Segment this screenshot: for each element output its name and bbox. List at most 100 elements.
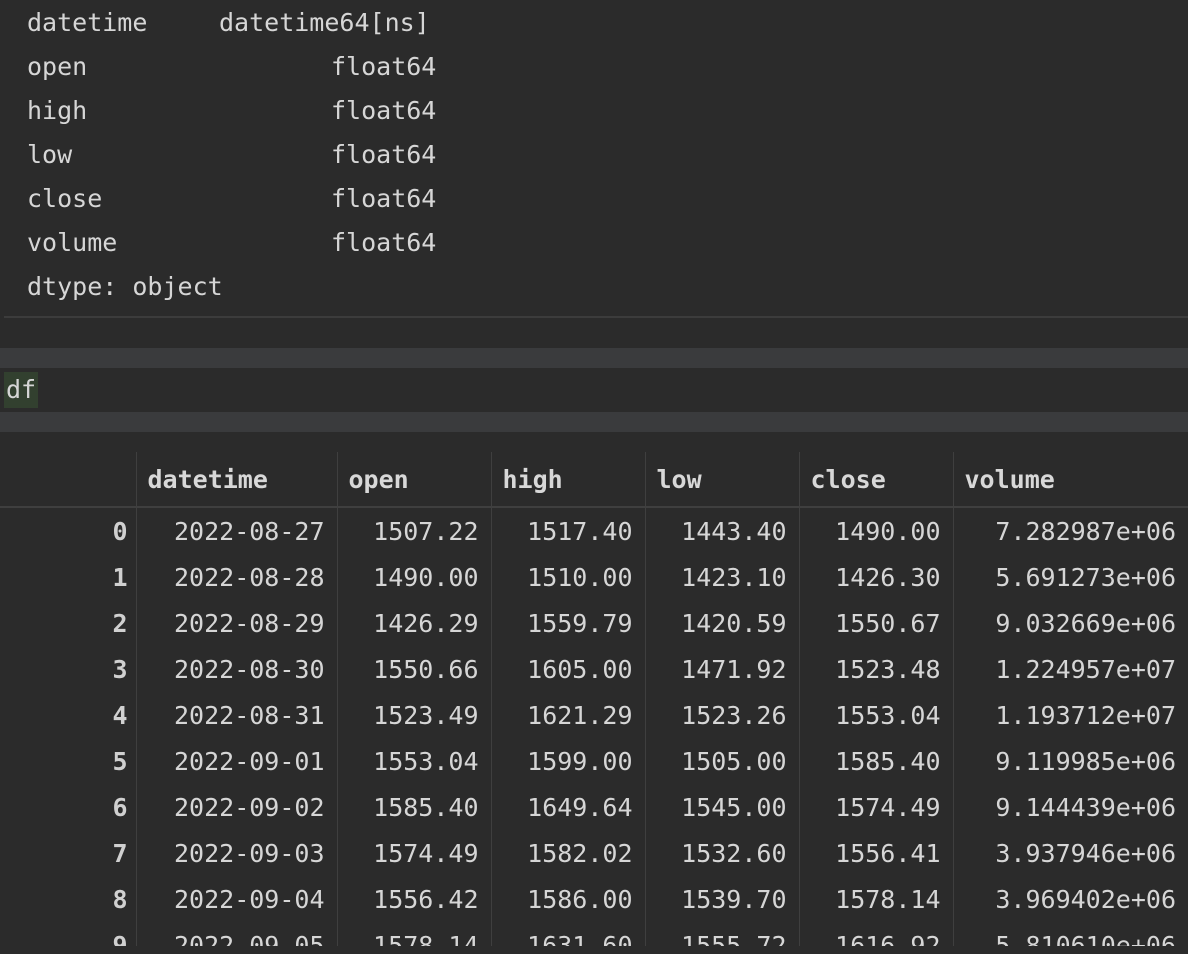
table-cell-low: 1545.00 — [644, 784, 799, 830]
column-header-open[interactable]: open — [336, 452, 491, 508]
row-index: 5 — [112, 746, 128, 776]
row-index: 6 — [112, 792, 128, 822]
code-cell-editor[interactable] — [0, 368, 1188, 412]
table-cell-high: 1586.00 — [490, 876, 645, 922]
table-row: 0 2022-08-27 1507.22 1517.40 1443.40 1490.00 7… — [0, 507, 1188, 554]
row-index: 8 — [112, 884, 128, 914]
column-header-high[interactable]: high — [490, 452, 645, 508]
dtype-row: high float64 — [27, 96, 436, 126]
table-cell-open: 1523.49 — [336, 692, 491, 738]
dtype-value: datetime64[ns] — [219, 8, 430, 37]
row-index: 7 — [112, 838, 128, 868]
table-cell-low: 1420.59 — [644, 600, 799, 646]
table-cell-close: 1426.30 — [798, 554, 953, 600]
table-cell-volume: 3.969402e+06 — [952, 876, 1188, 922]
table-cell-high: 1649.64 — [490, 784, 645, 830]
dtype-value: float64 — [331, 140, 437, 169]
table-row: 4 2022-08-31 1523.49 1621.29 1523.26 1553.04 1… — [0, 692, 1188, 738]
header-row: datetime open high low close volume — [0, 452, 1188, 508]
dataframe-body: 0 2022-08-27 1507.22 1517.40 1443.40 1490.00 7… — [0, 507, 1188, 954]
dtype-column-name: low — [27, 140, 73, 169]
dtype-column-name: datetime — [27, 8, 148, 37]
dataframe-table: datetime open high low close volume 0 202… — [0, 452, 1188, 954]
table-cell-volume: 3.937946e+06 — [952, 830, 1188, 876]
table-row: 5 2022-09-01 1553.04 1599.00 1505.00 1585.40 9… — [0, 738, 1188, 784]
dtype-value: float64 — [331, 96, 437, 125]
table-cell-volume: 1.193712e+07 — [952, 692, 1188, 738]
table-cell-datetime: 2022-09-01 — [135, 738, 337, 784]
dtype-column-name: high — [27, 96, 88, 125]
row-index: 4 — [112, 700, 128, 730]
table-cell-low: 1471.92 — [644, 646, 799, 692]
dtypes-output: datetime datetime64[ns] open float64 hig… — [0, 0, 1188, 318]
table-cell-high: 1605.00 — [490, 646, 645, 692]
table-cell-low: 1539.70 — [644, 876, 799, 922]
table-cell-low: 1505.00 — [644, 738, 799, 784]
table-cell-open: 1574.49 — [336, 830, 491, 876]
column-header-close[interactable]: close — [798, 452, 953, 508]
dtype-footer: dtype: object — [27, 272, 223, 301]
dtype-row: close float64 — [27, 184, 436, 214]
table-cell-datetime: 2022-08-28 — [135, 554, 337, 600]
dtype-value: float64 — [331, 52, 437, 81]
cell-toolbar-band — [0, 348, 1188, 368]
table-cell-volume: 5.691273e+06 — [952, 554, 1188, 600]
dtype-column-name: volume — [27, 228, 118, 257]
table-cell-high: 1621.29 — [490, 692, 645, 738]
column-header-low[interactable]: low — [644, 452, 799, 508]
table-cell-open: 1550.66 — [336, 646, 491, 692]
table-cell-datetime: 2022-08-30 — [135, 646, 337, 692]
notebook-view: datetime datetime64[ns] open float64 hig… — [0, 0, 1188, 954]
dtype-column-name: open — [27, 52, 88, 81]
dtype-column-name: close — [27, 184, 103, 213]
dtype-row: datetime datetime64[ns] — [27, 8, 430, 38]
table-row: 1 2022-08-28 1490.00 1510.00 1423.10 1426.30 5… — [0, 554, 1188, 600]
table-cell-close: 1585.40 — [798, 738, 953, 784]
table-cell-datetime: 2022-09-03 — [135, 830, 337, 876]
dtype-row: open float64 — [27, 52, 436, 82]
table-cell-close: 1523.48 — [798, 646, 953, 692]
table-cell-low: 1423.10 — [644, 554, 799, 600]
table-cell-open: 1426.29 — [336, 600, 491, 646]
row-index: 0 — [112, 516, 128, 546]
column-header-volume[interactable]: volume — [952, 452, 1188, 508]
cell-bottom-band — [0, 412, 1188, 432]
table-cell-high: 1510.00 — [490, 554, 645, 600]
table-cell-volume: 9.032669e+06 — [952, 600, 1188, 646]
table-cell-low: 1443.40 — [644, 507, 799, 554]
row-index: 2 — [112, 608, 128, 638]
table-cell-volume: 9.144439e+06 — [952, 784, 1188, 830]
dtype-value: float64 — [331, 184, 437, 213]
table-cell-open: 1553.04 — [336, 738, 491, 784]
column-header-datetime[interactable]: datetime — [135, 452, 337, 508]
table-row: 7 2022-09-03 1574.49 1582.02 1532.60 1556.41 3… — [0, 830, 1188, 876]
dtype-value: float64 — [331, 228, 437, 257]
table-cell-close: 1550.67 — [798, 600, 953, 646]
row-index: 1 — [112, 562, 128, 592]
table-row: 2 2022-08-29 1426.29 1559.79 1420.59 1550.67 9… — [0, 600, 1188, 646]
dtype-row: low float64 — [27, 140, 436, 170]
table-cell-low: 1523.26 — [644, 692, 799, 738]
table-cell-volume: 7.282987e+06 — [952, 507, 1188, 554]
table-cell-volume: 1.224957e+07 — [952, 646, 1188, 692]
table-row: 3 2022-08-30 1550.66 1605.00 1471.92 1523.48 1… — [0, 646, 1188, 692]
table-cell-open: 1490.00 — [336, 554, 491, 600]
table-cell-high: 1517.40 — [490, 507, 645, 554]
table-cell-high: 1599.00 — [490, 738, 645, 784]
table-cell-low: 1532.60 — [644, 830, 799, 876]
table-cell-close: 1556.41 — [798, 830, 953, 876]
table-cell-datetime: 2022-08-31 — [135, 692, 337, 738]
code-cell-text[interactable]: df — [4, 372, 39, 408]
dtype-row: volume float64 — [27, 228, 436, 258]
table-cell-close: 1553.04 — [798, 692, 953, 738]
table-cell-volume: 9.119985e+06 — [952, 738, 1188, 784]
table-cell-close: 1490.00 — [798, 507, 953, 554]
table-cell-datetime: 2022-08-29 — [135, 600, 337, 646]
row-index: 3 — [112, 654, 128, 684]
table-row: 6 2022-09-02 1585.40 1649.64 1545.00 1574.49 9… — [0, 784, 1188, 830]
table-cell-close: 1574.49 — [798, 784, 953, 830]
viewport-bottom-edge — [0, 946, 1188, 954]
cell-gap — [0, 318, 1188, 348]
table-row: 8 2022-09-04 1556.42 1586.00 1539.70 1578.14 3… — [0, 876, 1188, 922]
table-cell-datetime: 2022-09-04 — [135, 876, 337, 922]
